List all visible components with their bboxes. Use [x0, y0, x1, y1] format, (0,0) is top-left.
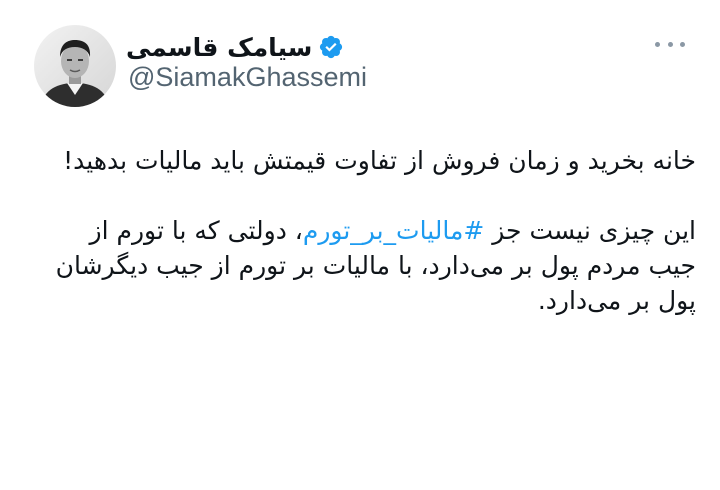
dot-icon: [680, 41, 685, 47]
tweet-paragraph-1: خانه بخرید و زمان فروش از تفاوت قیمتش با…: [63, 146, 696, 175]
author-name[interactable]: سیامک قاسمی: [126, 33, 312, 62]
author-name-row[interactable]: سیامک قاسمی: [126, 30, 344, 64]
dot-icon: [667, 41, 673, 47]
hashtag-link[interactable]: #مالیات_بر_تورم: [303, 216, 484, 245]
avatar-photo: [34, 25, 116, 107]
author-handle[interactable]: @SiamakGhassemi: [128, 62, 367, 93]
dot-icon: [655, 41, 660, 47]
tweet-text-segment: این چیزی نیست جز: [484, 216, 696, 245]
tweet-text: خانه بخرید و زمان فروش از تفاوت قیمتش با…: [36, 143, 696, 353]
tweet-card: سیامک قاسمی @SiamakGhassemi خانه بخرید و…: [0, 0, 720, 490]
avatar[interactable]: [34, 25, 116, 107]
more-options-icon[interactable]: [655, 38, 685, 50]
verified-badge-icon: [320, 35, 343, 59]
tweet-paragraph-2: این چیزی نیست جز #مالیات_بر_تورم، دولتی …: [36, 213, 696, 318]
